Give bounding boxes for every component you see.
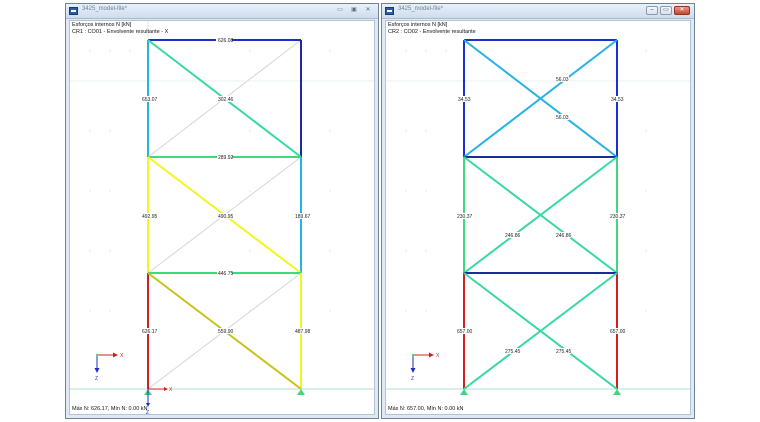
value-label: 34.53 [458,97,471,103]
app-icon [385,7,394,15]
origin-axis-triad: X Z [146,387,173,414]
close-button[interactable]: ✕ [362,6,374,15]
result-info: Esforços internos N [kN] CR2 : CO02 - En… [388,22,476,35]
minimize-button[interactable]: ▭ [334,6,346,15]
z-arrow-icon [94,368,100,373]
value-label: 657.00 [457,329,473,335]
app-icon [69,7,78,15]
x-arrow-icon [113,352,118,358]
origin-icon [411,353,415,357]
structure-diagram[interactable]: 34.53 34.53 56.03 56.03 230.37 230.37 24… [386,21,691,415]
z-axis-label: Z [411,376,414,382]
value-label: 626.17 [142,329,158,335]
value-label: 275.45 [556,349,572,355]
min-max-status: Máx N: 657.00, Mín N: 0.00 kN [388,406,464,412]
value-label: 230.37 [610,214,626,220]
z-arrow-icon [410,368,416,373]
value-label: 230.37 [457,214,473,220]
x-axis-label: X [436,353,440,359]
model-window-left[interactable]: 3425_model-file* ▭ ▣ ✕ 626.08 653.07 302… [65,3,379,419]
value-label: 446.75 [218,271,234,277]
value-label: 189.67 [295,214,311,220]
min-max-status: Máx N: 626.17, Mín N: 0.00 kN [72,406,148,412]
title-bar[interactable]: 3425_model-file* ▭ ▣ ✕ [66,4,378,19]
graphics-view[interactable]: 34.53 34.53 56.03 56.03 230.37 230.37 24… [385,20,691,415]
value-label: 289.92 [218,155,234,161]
value-label: 492.95 [142,214,158,220]
close-button[interactable]: ✕ [674,6,690,15]
window-title: 3425_model-file* [82,6,128,12]
load-combination: CR2 : CO02 - Envolvente resultante [388,28,476,35]
x-axis-label: X [169,387,173,393]
minimize-button[interactable]: – [646,6,658,15]
support-right[interactable] [297,389,305,395]
x-arrow-icon [164,387,168,391]
value-label: 559.90 [218,329,234,335]
value-label: 653.07 [142,97,158,103]
window-title: 3425_model-file* [398,6,444,12]
axis-triad: X Z [94,352,124,382]
maximize-button[interactable]: ▣ [348,6,360,15]
support-right[interactable] [613,389,621,395]
value-label: 487.98 [295,329,311,335]
window-controls: – ▭ ✕ [646,6,690,16]
structure-diagram[interactable]: 626.08 653.07 302.46 289.92 492.95 490.9… [70,21,375,415]
value-label: 275.45 [505,349,521,355]
value-label: 246.86 [556,233,572,239]
restore-button[interactable]: ▭ [660,6,672,15]
window-controls: ▭ ▣ ✕ [334,6,374,16]
value-label: 56.03 [556,115,569,121]
graphics-view[interactable]: 626.08 653.07 302.46 289.92 492.95 490.9… [69,20,375,415]
z-axis-label: Z [95,376,98,382]
value-label: 302.46 [218,97,234,103]
title-bar[interactable]: 3425_model-file* – ▭ ✕ [382,4,694,19]
support-left[interactable] [460,389,468,395]
value-label: 657.00 [610,329,626,335]
result-info: Esforços internos N [kN] CR1 : CO01 - En… [72,22,168,35]
value-label: 56.03 [556,77,569,83]
value-label: 490.95 [218,214,234,220]
load-combination: CR1 : CO01 - Envolvente resultante - X [72,28,169,35]
model-window-right[interactable]: 3425_model-file* – ▭ ✕ 34.53 34.53 56.03… [381,3,695,419]
axis-triad: X Z [410,352,440,382]
value-label: 34.53 [611,97,624,103]
x-axis-label: X [120,353,124,359]
value-label: 246.86 [505,233,521,239]
value-label: 626.08 [218,38,234,44]
origin-icon [95,353,99,357]
x-arrow-icon [429,352,434,358]
